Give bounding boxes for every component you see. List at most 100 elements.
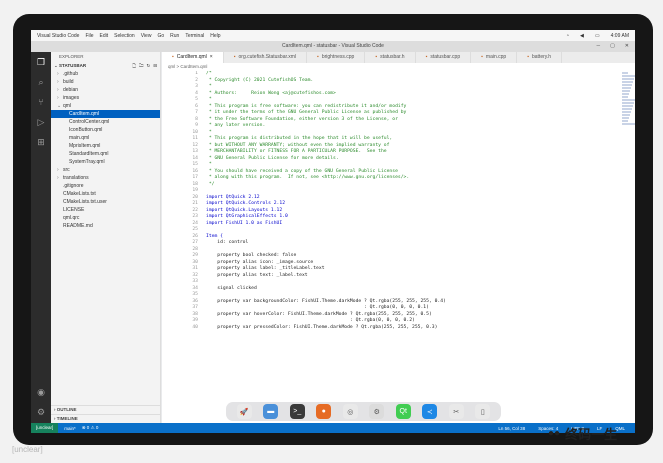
- battery-icon[interactable]: ▭: [595, 33, 600, 39]
- launcher-icon[interactable]: 🚀: [236, 404, 252, 419]
- tree-item[interactable]: .gitignore: [51, 182, 160, 190]
- wifi-icon[interactable]: ◔: [566, 33, 569, 39]
- editor-tab[interactable]: ▪ org.cutefish.Statusbar.xml: [224, 52, 308, 63]
- workspace-label: STATUSBAR: [59, 63, 87, 68]
- branch-indicator[interactable]: main*: [64, 426, 76, 431]
- vscode-icon[interactable]: ≺: [422, 404, 438, 419]
- gear-icon[interactable]: ⚙: [31, 402, 51, 422]
- menu-view[interactable]: View: [141, 33, 152, 39]
- editor-tab[interactable]: ▪ main.cpp: [471, 52, 518, 63]
- menu-selection[interactable]: Selection: [114, 33, 135, 39]
- menu-edit[interactable]: Edit: [100, 33, 109, 39]
- account-icon[interactable]: ◉: [31, 382, 51, 402]
- menu-help[interactable]: Help: [210, 33, 220, 39]
- tree-item-label: translations: [63, 175, 89, 181]
- explorer-header: EXPLORER: [59, 54, 84, 59]
- tree-item-label: CMakeLists.txt.user: [63, 199, 107, 205]
- minimap-line: [622, 90, 630, 92]
- tree-item[interactable]: ControlCenter.qml: [51, 118, 160, 126]
- chrome-icon[interactable]: ◎: [342, 404, 358, 419]
- tab-label: main.cpp: [485, 54, 507, 60]
- code-text: */: [206, 181, 215, 187]
- tree-item[interactable]: qml.qrc: [51, 214, 160, 222]
- tab-label: statusbar.cpp: [430, 54, 461, 60]
- trash-icon[interactable]: ▯: [475, 404, 491, 419]
- tree-item[interactable]: CardItem.qml: [51, 110, 160, 118]
- maximize-icon[interactable]: ▢: [610, 41, 615, 52]
- file-icon: ▪: [172, 54, 174, 60]
- qt-creator-icon[interactable]: Qt: [395, 404, 411, 419]
- app-name: Visual Studio Code: [37, 32, 80, 39]
- tree-item[interactable]: CMakeLists.txt.user: [51, 198, 160, 206]
- watermark-right: ●● 终码一生: [548, 424, 617, 443]
- code-text: * any later version.: [206, 123, 266, 128]
- minimap-line: [622, 111, 631, 113]
- volume-icon[interactable]: ◀: [580, 33, 584, 39]
- tab-label: battery.h: [531, 54, 552, 60]
- tree-item-label: README.md: [63, 223, 93, 229]
- tree-item[interactable]: README.md: [51, 222, 160, 230]
- editor-tab[interactable]: ▪ statusbar.cpp: [416, 52, 472, 63]
- explorer-icon[interactable]: ❐: [31, 52, 51, 72]
- timeline-section[interactable]: › TIMELINE: [51, 414, 161, 422]
- menu-run[interactable]: Run: [170, 33, 179, 39]
- extensions-icon[interactable]: ⊞: [31, 132, 51, 152]
- minimap-line: [622, 78, 634, 80]
- tree-item[interactable]: SystemTray.qml: [51, 158, 160, 166]
- collapse-all-icon[interactable]: ⊟: [153, 62, 157, 70]
- source-control-icon[interactable]: ⑂: [31, 92, 51, 112]
- tree-item[interactable]: LICENSE: [51, 206, 160, 214]
- menu-file[interactable]: File: [85, 33, 93, 39]
- new-folder-icon[interactable]: 🗀: [139, 62, 144, 70]
- run-debug-icon[interactable]: ▷: [31, 112, 51, 132]
- tab-label: statusbar.h: [380, 54, 405, 60]
- minimap-line: [622, 102, 634, 104]
- tree-item[interactable]: › src: [51, 166, 160, 174]
- workspace-section[interactable]: ⌄ STATUSBAR 🗋 🗀 ↻ ⊟: [51, 62, 160, 70]
- code-text: id: control: [206, 240, 249, 245]
- outline-section[interactable]: › OUTLINE: [51, 405, 161, 413]
- screen: Visual Studio Code File Edit Selection V…: [31, 30, 635, 433]
- terminal-icon[interactable]: >_: [289, 404, 305, 419]
- minimap-line: [622, 84, 632, 86]
- code-view[interactable]: 1/* 2 * Copyright (C) 2021 CutefishOS Tea…: [162, 71, 567, 423]
- minimap-line: [622, 81, 633, 83]
- files-icon[interactable]: ▬: [263, 404, 279, 419]
- close-tab-icon[interactable]: ×: [210, 52, 213, 63]
- tree-item[interactable]: ⌄ qml: [51, 102, 160, 110]
- tree-item[interactable]: › build: [51, 78, 160, 86]
- cursor-position[interactable]: Ln 56, Col 38: [498, 426, 525, 431]
- tree-item[interactable]: CMakeLists.txt: [51, 190, 160, 198]
- minimap-line: [622, 72, 628, 74]
- close-icon[interactable]: ✕: [625, 41, 629, 52]
- tab-label: org.cutefish.Statusbar.xml: [238, 54, 297, 60]
- tree-item[interactable]: › translations: [51, 174, 160, 182]
- refresh-icon[interactable]: ↻: [146, 62, 150, 70]
- editor-tab[interactable]: ▪ brightness.cpp: [307, 52, 366, 63]
- tree-item-label: .github: [63, 71, 79, 77]
- new-file-icon[interactable]: 🗋: [132, 62, 136, 70]
- screenshot-icon[interactable]: ✂: [448, 404, 464, 419]
- tree-item[interactable]: StandardItem.qml: [51, 150, 160, 158]
- tree-item[interactable]: › .github: [51, 70, 160, 78]
- tree-item[interactable]: main.qml: [51, 134, 160, 142]
- minimize-icon[interactable]: ─: [597, 41, 601, 52]
- minimap[interactable]: [622, 71, 635, 131]
- tree-item[interactable]: › images: [51, 94, 160, 102]
- remote-indicator[interactable]: [unclear]: [31, 423, 59, 433]
- tree-item[interactable]: MprisItem.qml: [51, 142, 160, 150]
- menu-terminal[interactable]: Terminal: [185, 33, 204, 39]
- breadcrumb[interactable]: qml > CardItem.qml: [162, 63, 635, 71]
- tree-item[interactable]: IconButton.qml: [51, 126, 160, 134]
- editor-tab[interactable]: ▪ battery.h: [517, 52, 563, 63]
- menu-go[interactable]: Go: [157, 33, 164, 39]
- code-text: * along with this program. If not, see <…: [206, 175, 410, 180]
- editor-tab[interactable]: ▪ CardItem.qml ×: [162, 52, 224, 63]
- search-icon[interactable]: ⌕: [31, 72, 51, 92]
- editor-tab[interactable]: ▪ statusbar.h: [365, 52, 416, 63]
- settings-icon[interactable]: ⚙: [369, 404, 385, 419]
- firefox-icon[interactable]: ●: [316, 404, 332, 419]
- tree-item[interactable]: › debian: [51, 86, 160, 94]
- clock[interactable]: 4:09 AM: [611, 33, 629, 39]
- problems-indicator[interactable]: ⊗ 0 ⚠ 0: [82, 425, 99, 431]
